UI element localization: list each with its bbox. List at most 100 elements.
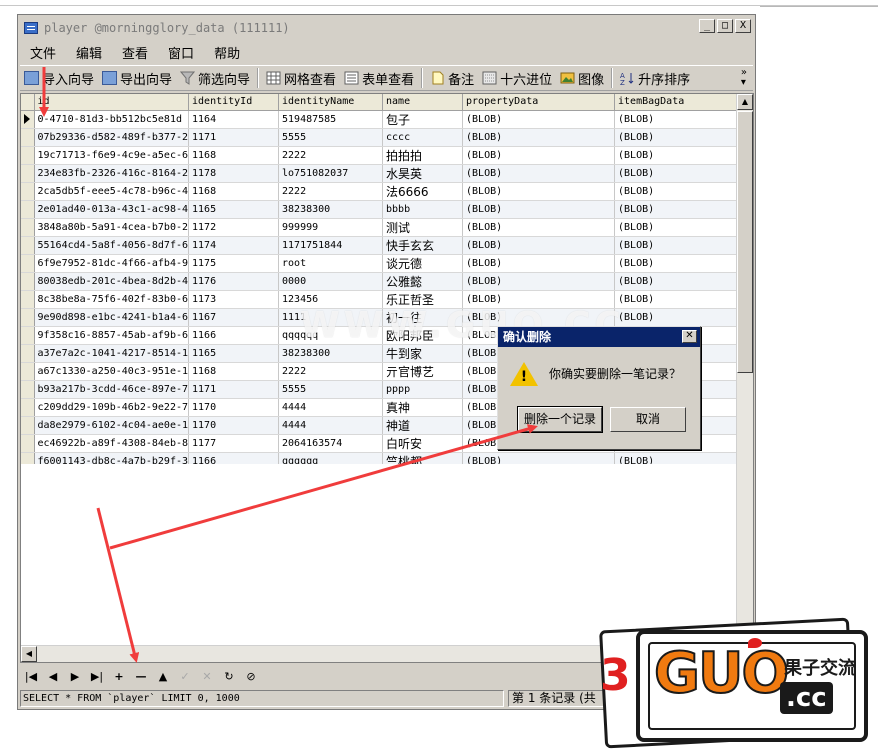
table-cell-itembagdata[interactable]: (BLOB): [614, 308, 746, 327]
toolbar-overflow-chevron-icon[interactable]: » ▾: [741, 68, 747, 88]
table-cell-identityname[interactable]: 999999: [278, 218, 384, 237]
table-cell-identityid[interactable]: 1174: [188, 236, 280, 255]
table-cell-propertydata[interactable]: (BLOB): [462, 218, 616, 237]
table-cell-id[interactable]: 234e83fb-2326-416c-8164-2: [34, 164, 190, 183]
row-selector[interactable]: [21, 146, 35, 165]
table-cell-name[interactable]: 真神: [382, 398, 464, 417]
table-cell-propertydata[interactable]: (BLOB): [462, 290, 616, 309]
table-cell-propertydata[interactable]: (BLOB): [462, 110, 616, 129]
table-cell-name[interactable]: 亓官博艺: [382, 362, 464, 381]
grid-view-button[interactable]: 网格查看: [262, 67, 340, 89]
table-cell-identityid[interactable]: 1167: [188, 308, 280, 327]
row-selector[interactable]: [21, 182, 35, 201]
table-cell-name[interactable]: 法6666: [382, 182, 464, 201]
delete-record-button[interactable]: —: [130, 668, 152, 686]
import-wizard-button[interactable]: 导入向导: [20, 67, 98, 89]
table-cell-id[interactable]: 8c38be8a-75f6-402f-83b0-6: [34, 290, 190, 309]
row-selector[interactable]: [21, 272, 35, 291]
table-cell-itembagdata[interactable]: (BLOB): [614, 200, 746, 219]
table-cell-itembagdata[interactable]: (BLOB): [614, 146, 746, 165]
table-cell-propertydata[interactable]: (BLOB): [462, 254, 616, 273]
table-row[interactable]: 6f9e7952-81dc-4f66-afb4-9 1175 root 谈元德 (BLO…: [21, 254, 746, 273]
table-cell-identityname[interactable]: 1171751844: [278, 236, 384, 255]
table-cell-name[interactable]: 神道: [382, 416, 464, 435]
table-cell-name[interactable]: 牛到家: [382, 344, 464, 363]
confirm-delete-button[interactable]: 删除一个记录: [517, 406, 603, 433]
row-selector[interactable]: [21, 254, 35, 273]
table-cell-propertydata[interactable]: (BLOB): [462, 236, 616, 255]
maximize-button[interactable]: □: [717, 19, 733, 33]
first-record-button[interactable]: |◀: [20, 668, 42, 686]
table-cell-identityid[interactable]: 1172: [188, 218, 280, 237]
table-cell-id[interactable]: 0-4710-81d3-bb512bc5e81d: [34, 110, 190, 129]
column-header-identityname[interactable]: identityName: [278, 94, 384, 111]
table-cell-itembagdata[interactable]: (BLOB): [614, 164, 746, 183]
table-row[interactable]: 2ca5db5f-eee5-4c78-b96c-4 1168 2222 法6666 (B…: [21, 182, 746, 201]
table-cell-identityname[interactable]: root: [278, 254, 384, 273]
close-button[interactable]: X: [735, 19, 751, 33]
table-row[interactable]: 80038edb-201c-4bea-8d2b-4 1176 0000 公雅懿 (BLO…: [21, 272, 746, 291]
table-cell-itembagdata[interactable]: (BLOB): [614, 290, 746, 309]
table-cell-propertydata[interactable]: (BLOB): [462, 200, 616, 219]
table-cell-identityid[interactable]: 1170: [188, 398, 280, 417]
row-selector[interactable]: [21, 362, 35, 381]
column-header-id[interactable]: id: [34, 94, 190, 111]
table-cell-itembagdata[interactable]: (BLOB): [614, 182, 746, 201]
row-selector[interactable]: [21, 434, 35, 453]
row-selector[interactable]: [21, 164, 35, 183]
table-cell-identityname[interactable]: 2064163574: [278, 434, 384, 453]
row-selector[interactable]: [21, 416, 35, 435]
column-header-name[interactable]: name: [382, 94, 464, 111]
window-titlebar[interactable]: player @morningglory_data (111111) _ □ X: [20, 17, 753, 39]
table-cell-name[interactable]: 初一往: [382, 308, 464, 327]
table-cell-propertydata[interactable]: (BLOB): [462, 308, 616, 327]
table-cell-id[interactable]: 80038edb-201c-4bea-8d2b-4: [34, 272, 190, 291]
table-cell-id[interactable]: a67c1330-a250-40c3-951e-1: [34, 362, 190, 381]
table-cell-identityname[interactable]: 519487585: [278, 110, 384, 129]
discard-changes-button[interactable]: ✕: [196, 668, 218, 686]
table-cell-identityid[interactable]: 1175: [188, 254, 280, 273]
dialog-close-button[interactable]: ✕: [682, 330, 697, 343]
table-cell-identityid[interactable]: 1166: [188, 326, 280, 345]
table-cell-propertydata[interactable]: (BLOB): [462, 272, 616, 291]
table-cell-identityname[interactable]: 5555: [278, 128, 384, 147]
table-row[interactable]: 07b29336-d582-489f-b377-2 1171 5555 cccc (BL…: [21, 128, 746, 147]
cancel-button[interactable]: 取消: [610, 407, 686, 432]
table-cell-identityid[interactable]: 1165: [188, 344, 280, 363]
table-cell-identityid[interactable]: 1165: [188, 200, 280, 219]
sort-ascending-button[interactable]: AZ 升序排序: [616, 67, 694, 89]
table-cell-identityname[interactable]: 1111: [278, 308, 384, 327]
table-row[interactable]: 234e83fb-2326-416c-8164-2 1178 lo751082037…: [21, 164, 746, 183]
table-cell-id[interactable]: b93a217b-3cdd-46ce-897e-7: [34, 380, 190, 399]
table-cell-identityid[interactable]: 1168: [188, 362, 280, 381]
apply-changes-button[interactable]: ✓: [174, 668, 196, 686]
table-cell-id[interactable]: 19c71713-f6e9-4c9e-a5ec-6: [34, 146, 190, 165]
table-cell-identityid[interactable]: 1170: [188, 416, 280, 435]
export-wizard-button[interactable]: 导出向导: [98, 67, 176, 89]
table-cell-id[interactable]: a37e7a2c-1041-4217-8514-1: [34, 344, 190, 363]
table-cell-id[interactable]: 55164cd4-5a8f-4056-8d7f-6: [34, 236, 190, 255]
table-cell-identityname[interactable]: 4444: [278, 416, 384, 435]
table-row[interactable]: 2e01ad40-013a-43c1-ac98-4 1165 38238300 bbb…: [21, 200, 746, 219]
row-selector[interactable]: [21, 236, 35, 255]
table-cell-identityname[interactable]: 38238300: [278, 344, 384, 363]
row-selector[interactable]: [21, 290, 35, 309]
row-selector[interactable]: [21, 218, 35, 237]
row-selector[interactable]: [21, 308, 35, 327]
table-cell-itembagdata[interactable]: (BLOB): [614, 254, 746, 273]
table-cell-id[interactable]: 07b29336-d582-489f-b377-2: [34, 128, 190, 147]
column-header-propertydata[interactable]: propertyData: [462, 94, 616, 111]
add-record-button[interactable]: +: [108, 668, 130, 686]
table-cell-identityid[interactable]: 1168: [188, 182, 280, 201]
table-cell-identityname[interactable]: 123456: [278, 290, 384, 309]
table-cell-id[interactable]: 2e01ad40-013a-43c1-ac98-4: [34, 200, 190, 219]
table-row[interactable]: 3848a80b-5a91-4cea-b7b0-2 1172 999999 测试 (BL…: [21, 218, 746, 237]
table-cell-identityname[interactable]: qqqqqq: [278, 326, 384, 345]
column-header-itembagdata[interactable]: itemBagData: [614, 94, 746, 111]
table-cell-name[interactable]: 欧阳邦臣: [382, 326, 464, 345]
table-cell-itembagdata[interactable]: (BLOB): [614, 128, 746, 147]
row-selector[interactable]: [21, 344, 35, 363]
table-row[interactable]: 19c71713-f6e9-4c9e-a5ec-6 1168 2222 拍拍拍 (BLO…: [21, 146, 746, 165]
menu-edit[interactable]: 编辑: [66, 43, 112, 62]
scroll-left-button[interactable]: ◀: [21, 646, 37, 662]
